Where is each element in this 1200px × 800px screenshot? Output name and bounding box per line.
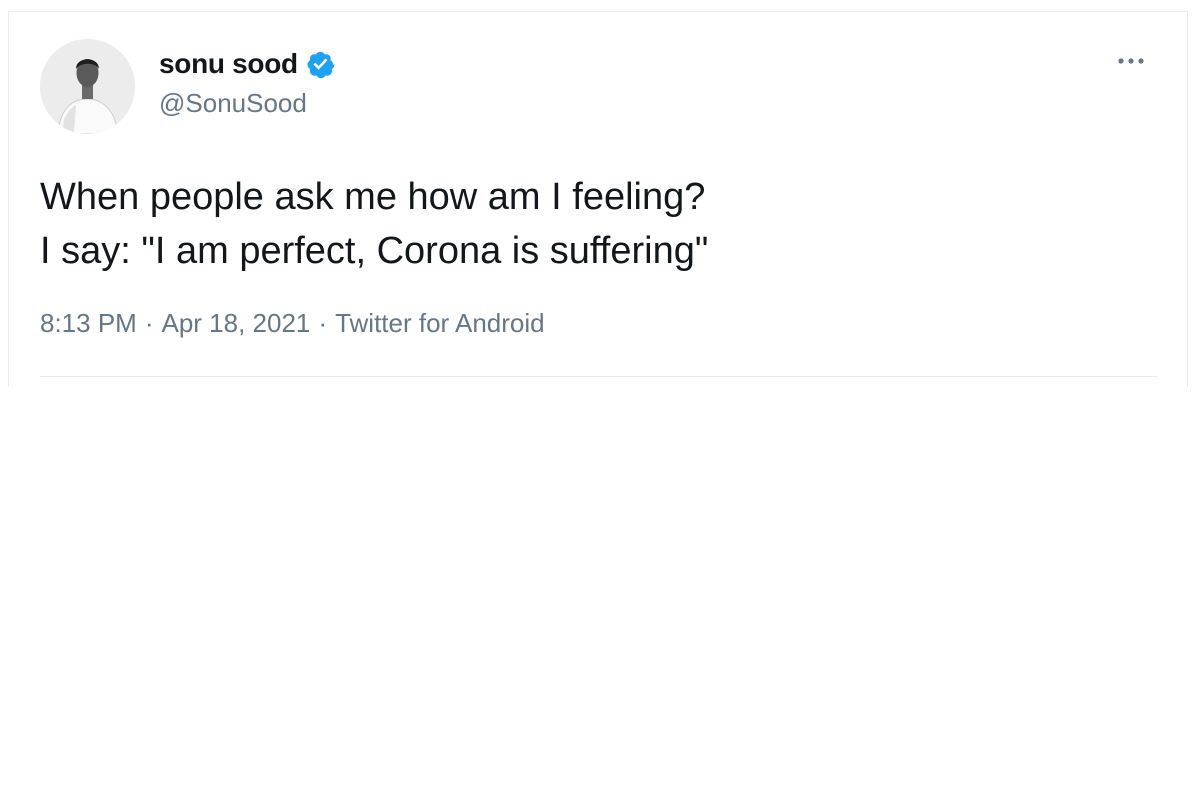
meta-separator: · (318, 308, 328, 338)
tweet-date[interactable]: Apr 18, 2021 (162, 308, 311, 339)
avatar-photo (40, 39, 135, 134)
more-options-icon[interactable] (1111, 46, 1151, 76)
page: sonu sood @SonuSood When people ask me h… (0, 0, 1200, 800)
tweet-card: sonu sood @SonuSood When people ask me h… (8, 11, 1188, 387)
author-display-name[interactable]: sonu sood (159, 48, 298, 80)
tweet-meta: 8:13 PM · Apr 18, 2021 · Twitter for And… (40, 308, 545, 339)
name-row: sonu sood (159, 46, 335, 82)
meta-separator: · (144, 308, 154, 338)
tweet-source[interactable]: Twitter for Android (335, 308, 545, 339)
avatar[interactable] (40, 39, 135, 134)
divider (40, 376, 1157, 377)
tweet-text: When people ask me how am I feeling? I s… (40, 176, 709, 272)
tweet-time[interactable]: 8:13 PM (40, 308, 137, 339)
verified-badge-icon (305, 49, 335, 79)
author-handle[interactable]: @SonuSood (159, 88, 335, 119)
author-block: sonu sood @SonuSood (159, 46, 335, 119)
